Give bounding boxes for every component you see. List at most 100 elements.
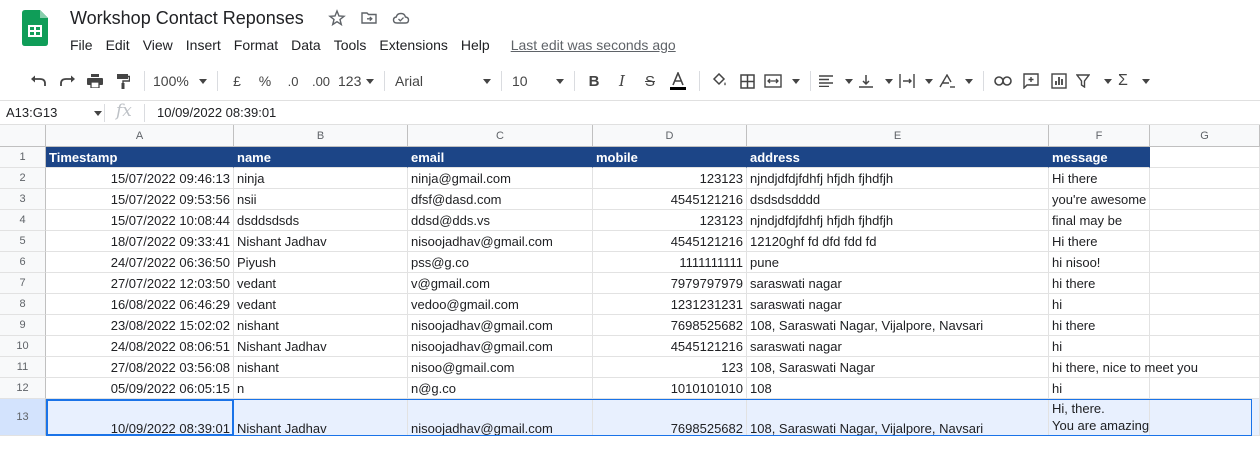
cell-name[interactable]: Piyush bbox=[234, 252, 408, 273]
row-header-4[interactable]: 4 bbox=[0, 210, 46, 231]
cell-message[interactable]: hi there bbox=[1049, 273, 1150, 294]
paint-format-icon[interactable] bbox=[112, 69, 134, 93]
cell-email[interactable]: nisoojadhav@gmail.com bbox=[408, 336, 593, 357]
cell-timestamp[interactable]: 27/07/2022 12:03:50 bbox=[46, 273, 234, 294]
cell-timestamp[interactable]: 24/07/2022 06:36:50 bbox=[46, 252, 234, 273]
menu-view[interactable]: View bbox=[143, 37, 173, 53]
cell-timestamp[interactable]: 15/07/2022 09:53:56 bbox=[46, 189, 234, 210]
cell-g[interactable] bbox=[1150, 168, 1260, 189]
cell-name[interactable]: Nishant Jadhav bbox=[234, 231, 408, 252]
merge-cells-icon[interactable] bbox=[764, 69, 800, 93]
cell-timestamp[interactable]: 27/08/2022 03:56:08 bbox=[46, 357, 234, 378]
last-edit-link[interactable]: Last edit was seconds ago bbox=[511, 37, 676, 53]
cell-name[interactable]: ninja bbox=[234, 168, 408, 189]
cell-email[interactable]: n@g.co bbox=[408, 378, 593, 399]
column-header-d[interactable]: D bbox=[593, 125, 747, 147]
strikethrough-icon[interactable]: S bbox=[639, 69, 661, 93]
cell-email[interactable]: nisoojadhav@gmail.com bbox=[408, 315, 593, 336]
text-color-icon[interactable] bbox=[667, 69, 689, 93]
cell-message[interactable]: Hi, there. You are amazing! bbox=[1049, 399, 1153, 436]
cell-message[interactable]: hi there bbox=[1049, 315, 1150, 336]
cell-message[interactable]: Hi there bbox=[1049, 231, 1150, 252]
redo-icon[interactable] bbox=[56, 69, 78, 93]
document-title[interactable]: Workshop Contact Reponses bbox=[70, 8, 304, 29]
cell-timestamp[interactable]: 24/08/2022 08:06:51 bbox=[46, 336, 234, 357]
name-box[interactable]: A13:G13 bbox=[6, 105, 57, 120]
cell-mobile[interactable]: 7698525682 bbox=[593, 399, 747, 436]
cell-name[interactable]: nishant bbox=[234, 357, 408, 378]
increase-decimal-button[interactable]: .00 bbox=[310, 69, 332, 93]
cell-name[interactable]: nsii bbox=[234, 189, 408, 210]
cell-name[interactable]: vedant bbox=[234, 294, 408, 315]
more-formats-select[interactable]: 123 bbox=[338, 69, 374, 93]
cell-g[interactable] bbox=[1150, 315, 1260, 336]
horizontal-align-icon[interactable] bbox=[819, 69, 853, 93]
cell-g[interactable] bbox=[1150, 189, 1260, 210]
cell-mobile[interactable]: 1111111111 bbox=[593, 252, 747, 273]
cell-mobile[interactable]: 4545121216 bbox=[593, 336, 747, 357]
print-icon[interactable] bbox=[84, 69, 106, 93]
column-header-b[interactable]: B bbox=[234, 125, 408, 147]
cell-mobile[interactable]: 1010101010 bbox=[593, 378, 747, 399]
cell-address[interactable]: 12120ghf fd dfd fdd fd bbox=[747, 231, 1049, 252]
menu-help[interactable]: Help bbox=[461, 37, 490, 53]
functions-icon[interactable]: Σ bbox=[1118, 69, 1150, 93]
header-cell-email[interactable]: email bbox=[408, 147, 593, 168]
cell-g[interactable] bbox=[1150, 210, 1260, 231]
menu-tools[interactable]: Tools bbox=[334, 37, 367, 53]
cell-message[interactable]: hi bbox=[1049, 336, 1150, 357]
zoom-select[interactable]: 100% bbox=[153, 69, 207, 93]
italic-icon[interactable]: I bbox=[611, 69, 633, 93]
row-header-7[interactable]: 7 bbox=[0, 273, 46, 294]
row-header-10[interactable]: 10 bbox=[0, 336, 46, 357]
borders-icon[interactable] bbox=[736, 69, 758, 93]
header-cell-address[interactable]: address bbox=[747, 147, 1049, 168]
header-cell-mobile[interactable]: mobile bbox=[593, 147, 747, 168]
row-header-11[interactable]: 11 bbox=[0, 357, 46, 378]
cell-timestamp[interactable]: 05/09/2022 06:05:15 bbox=[46, 378, 234, 399]
sheets-logo-icon[interactable] bbox=[22, 10, 48, 46]
move-folder-icon[interactable] bbox=[360, 9, 378, 27]
text-wrapping-icon[interactable] bbox=[899, 69, 933, 93]
cell-g[interactable] bbox=[1150, 357, 1260, 378]
cell-g[interactable] bbox=[1150, 252, 1260, 273]
cell-name[interactable]: Nishant Jadhav bbox=[234, 336, 408, 357]
bold-icon[interactable]: B bbox=[583, 69, 605, 93]
cell-address[interactable]: saraswati nagar bbox=[747, 273, 1049, 294]
filter-icon[interactable] bbox=[1076, 69, 1112, 93]
header-cell-timestamp[interactable]: Timestamp bbox=[46, 147, 234, 168]
cell-email[interactable]: ninja@gmail.com bbox=[408, 168, 593, 189]
menu-insert[interactable]: Insert bbox=[186, 37, 221, 53]
cell-address[interactable]: pune bbox=[747, 252, 1049, 273]
column-header-a[interactable]: A bbox=[46, 125, 234, 147]
percent-button[interactable]: % bbox=[254, 69, 276, 93]
row-header-6[interactable]: 6 bbox=[0, 252, 46, 273]
cell-mobile[interactable]: 7698525682 bbox=[593, 315, 747, 336]
cell-message[interactable]: hi bbox=[1049, 294, 1150, 315]
cell-address[interactable]: 108 bbox=[747, 378, 1049, 399]
formula-input[interactable]: 10/09/2022 08:39:01 bbox=[157, 105, 276, 120]
cell-timestamp[interactable]: 23/08/2022 15:02:02 bbox=[46, 315, 234, 336]
cell-mobile[interactable]: 4545121216 bbox=[593, 189, 747, 210]
cell-mobile[interactable]: 123123 bbox=[593, 210, 747, 231]
undo-icon[interactable] bbox=[28, 69, 50, 93]
decrease-decimal-button[interactable]: .0 bbox=[282, 69, 304, 93]
cell-name[interactable]: nishant bbox=[234, 315, 408, 336]
column-header-f[interactable]: F bbox=[1049, 125, 1150, 147]
cell-name[interactable]: Nishant Jadhav bbox=[234, 399, 408, 436]
cell-message[interactable]: you're awesome bbox=[1049, 189, 1150, 210]
star-icon[interactable] bbox=[328, 9, 346, 27]
cell-name[interactable]: vedant bbox=[234, 273, 408, 294]
cell-address[interactable]: 108, Saraswati Nagar bbox=[747, 357, 1049, 378]
cloud-status-icon[interactable] bbox=[392, 9, 410, 27]
row-header-3[interactable]: 3 bbox=[0, 189, 46, 210]
cell-address[interactable]: saraswati nagar bbox=[747, 294, 1049, 315]
menu-file[interactable]: File bbox=[70, 37, 93, 53]
cell-g[interactable] bbox=[1150, 294, 1260, 315]
cell-address[interactable]: 108, Saraswati Nagar, Vijalpore, Navsari bbox=[747, 399, 1049, 436]
cell-timestamp[interactable]: 16/08/2022 06:46:29 bbox=[46, 294, 234, 315]
menu-edit[interactable]: Edit bbox=[106, 37, 130, 53]
cell-email[interactable]: nisoo@gmail.com bbox=[408, 357, 593, 378]
header-cell-message[interactable]: message bbox=[1049, 147, 1150, 168]
cell-message[interactable]: hi bbox=[1049, 378, 1150, 399]
